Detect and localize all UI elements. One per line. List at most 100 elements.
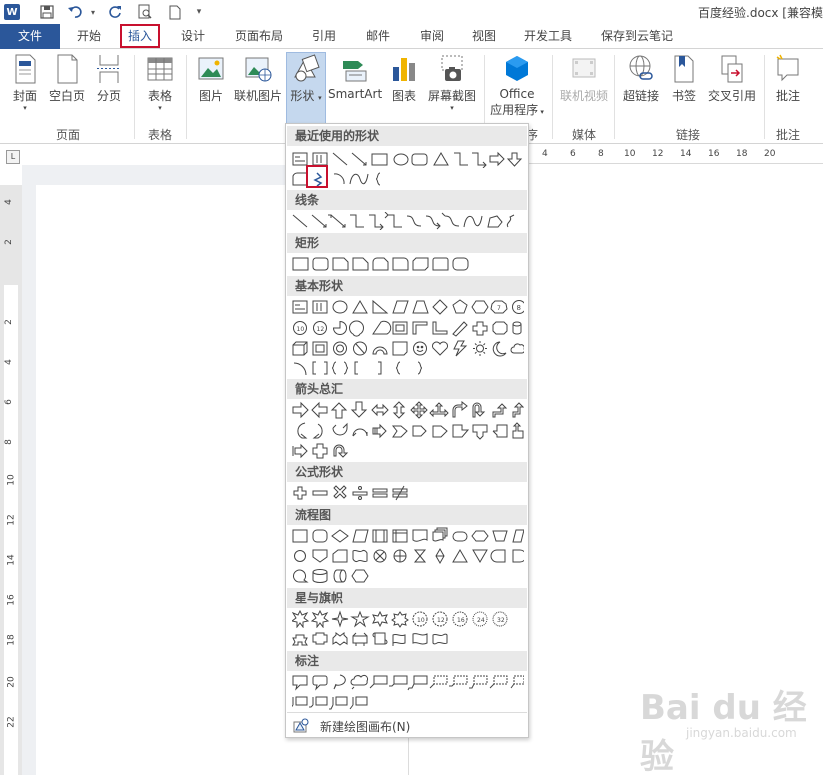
basic-shapes-row-4[interactable] bbox=[292, 359, 432, 377]
flowchart-row-2[interactable] bbox=[292, 547, 524, 565]
undo-dropdown-icon[interactable]: ▾ bbox=[84, 3, 102, 21]
ruler-tick: 8 bbox=[598, 149, 604, 159]
tab-design[interactable]: 设计 bbox=[170, 24, 216, 49]
ruler-tick: 16 bbox=[6, 594, 17, 606]
ruler-tick: 18 bbox=[736, 149, 748, 159]
word-app-icon[interactable]: W bbox=[4, 4, 20, 20]
svg-text:12: 12 bbox=[317, 326, 325, 333]
page-break-button[interactable]: 分页 bbox=[90, 53, 128, 123]
undo-icon[interactable] bbox=[66, 3, 84, 21]
online-picture-button[interactable]: 联机图片 bbox=[232, 53, 284, 123]
section-basic-shapes: 基本形状 bbox=[287, 276, 527, 296]
online-video-icon bbox=[572, 58, 596, 78]
cover-page-label: 封面 bbox=[12, 89, 37, 103]
office-apps-button[interactable]: Office 应用程序 ▾ bbox=[488, 53, 546, 123]
svg-text:10: 10 bbox=[297, 326, 305, 333]
table-button[interactable]: 表格 ▾ bbox=[140, 53, 180, 123]
shapes-button[interactable]: 形状 ▾ bbox=[286, 52, 326, 126]
ruler-tick: 6 bbox=[570, 149, 576, 159]
lines-row[interactable] bbox=[292, 212, 524, 230]
cross-reference-button[interactable]: 交叉引用 bbox=[704, 53, 760, 123]
horizontal-ruler[interactable]: 4 6 8 10 12 14 16 18 20 bbox=[528, 148, 823, 164]
group-label-pages: 页面 bbox=[55, 128, 80, 142]
tab-insert[interactable]: 插入 bbox=[120, 24, 160, 48]
tab-page-layout[interactable]: 页面布局 bbox=[228, 24, 290, 49]
arrows-row-3[interactable] bbox=[292, 442, 352, 460]
tab-mailings[interactable]: 邮件 bbox=[356, 24, 400, 49]
basic-shapes-row-1[interactable]: 7 8 bbox=[292, 298, 524, 316]
ruler-tick: 10 bbox=[6, 474, 17, 486]
cover-page-button[interactable]: 封面 ▾ bbox=[6, 53, 44, 123]
customize-quick-access-icon[interactable]: ▾ bbox=[190, 3, 208, 21]
ruler-tick: 4 bbox=[542, 149, 548, 159]
group-label-links: 链接 bbox=[675, 128, 700, 142]
svg-text:7: 7 bbox=[497, 305, 501, 312]
stars-row-1[interactable]: 10 12 16 24 32 bbox=[292, 610, 524, 628]
hyperlink-label: 超链接 bbox=[622, 89, 659, 103]
tab-references[interactable]: 引用 bbox=[302, 24, 346, 49]
chart-button[interactable]: 图表 bbox=[386, 53, 422, 123]
arrows-row-2[interactable] bbox=[292, 422, 524, 440]
online-video-label: 联机视频 bbox=[559, 89, 608, 103]
group-label-tables: 表格 bbox=[147, 128, 172, 142]
title-bar: W ▾ ▾ 百度经验.docx [兼容模 bbox=[0, 0, 823, 24]
tab-view[interactable]: 视图 bbox=[462, 24, 506, 49]
new-drawing-canvas-menu-item[interactable]: 新建绘图画布(N) bbox=[292, 716, 522, 736]
svg-text:12: 12 bbox=[437, 617, 445, 624]
section-rectangles: 矩形 bbox=[287, 233, 527, 253]
new-document-icon[interactable] bbox=[166, 3, 184, 21]
tab-developer[interactable]: 开发工具 bbox=[516, 24, 580, 49]
section-stars-banners: 星与旗帜 bbox=[287, 588, 527, 608]
ruler-tick: 14 bbox=[680, 149, 692, 159]
save-icon[interactable] bbox=[38, 3, 56, 21]
callouts-row-2[interactable] bbox=[292, 693, 372, 711]
smartart-label: SmartArt bbox=[328, 87, 383, 101]
cross-reference-label: 交叉引用 bbox=[707, 89, 756, 103]
basic-shapes-row-2[interactable]: 10 12 bbox=[292, 319, 524, 337]
svg-text:32: 32 bbox=[497, 617, 505, 624]
blank-page-button[interactable]: 空白页 bbox=[46, 53, 88, 123]
print-preview-icon[interactable] bbox=[136, 3, 154, 21]
online-video-button[interactable]: 联机视频 bbox=[556, 53, 612, 123]
bookmark-icon bbox=[674, 55, 694, 83]
tab-review[interactable]: 审阅 bbox=[410, 24, 454, 49]
stars-row-2[interactable] bbox=[292, 630, 524, 648]
basic-shapes-row-3[interactable] bbox=[292, 339, 524, 357]
flowchart-row-1[interactable] bbox=[292, 527, 524, 545]
ruler-tick: 4 bbox=[3, 359, 14, 365]
tab-save-to-cloud-note[interactable]: 保存到云笔记 bbox=[594, 24, 680, 49]
cover-page-icon bbox=[15, 54, 36, 84]
menu-separator bbox=[287, 712, 527, 713]
bookmark-button[interactable]: 书签 bbox=[666, 53, 702, 123]
selected-shape-highlight bbox=[306, 165, 328, 188]
vertical-ruler[interactable]: 4 2 2 4 6 8 10 12 14 16 18 20 22 bbox=[0, 185, 22, 775]
picture-label: 图片 bbox=[198, 89, 223, 103]
new-comment-button[interactable]: 批注 bbox=[768, 53, 808, 123]
ruler-tick: 20 bbox=[6, 676, 17, 688]
section-callouts: 标注 bbox=[287, 651, 527, 671]
ruler-tick: 8 bbox=[3, 439, 14, 445]
callouts-row-1[interactable] bbox=[292, 673, 524, 691]
new-drawing-canvas-label: 新建绘图画布(N) bbox=[320, 719, 411, 734]
group-label-media: 媒体 bbox=[571, 128, 596, 142]
redo-icon[interactable] bbox=[106, 3, 124, 21]
hyperlink-button[interactable]: 超链接 bbox=[618, 53, 664, 123]
chart-icon bbox=[393, 58, 415, 81]
rectangles-row[interactable] bbox=[292, 255, 472, 273]
ruler-tick: 12 bbox=[6, 514, 17, 526]
new-comment-label: 批注 bbox=[775, 89, 800, 103]
arrows-row-1[interactable] bbox=[292, 401, 524, 419]
smartart-button[interactable]: SmartArt bbox=[328, 53, 382, 123]
screenshot-button[interactable]: 屏幕截图 ▾ bbox=[424, 53, 480, 123]
section-block-arrows: 箭头总汇 bbox=[287, 379, 527, 399]
office-store-icon bbox=[506, 56, 528, 81]
equation-shapes-row[interactable] bbox=[292, 484, 412, 502]
flowchart-row-3[interactable] bbox=[292, 567, 372, 585]
ruler-tick: 4 bbox=[3, 199, 14, 205]
tab-selector[interactable]: L bbox=[6, 150, 20, 164]
picture-button[interactable]: 图片 bbox=[192, 53, 230, 123]
ruler-tick: 22 bbox=[6, 716, 17, 728]
tab-file[interactable]: 文件 bbox=[0, 24, 60, 49]
tab-home[interactable]: 开始 bbox=[66, 24, 112, 49]
ribbon-tabs: 文件 开始 插入 设计 页面布局 引用 邮件 审阅 视图 开发工具 保存到云笔记 bbox=[0, 24, 823, 49]
